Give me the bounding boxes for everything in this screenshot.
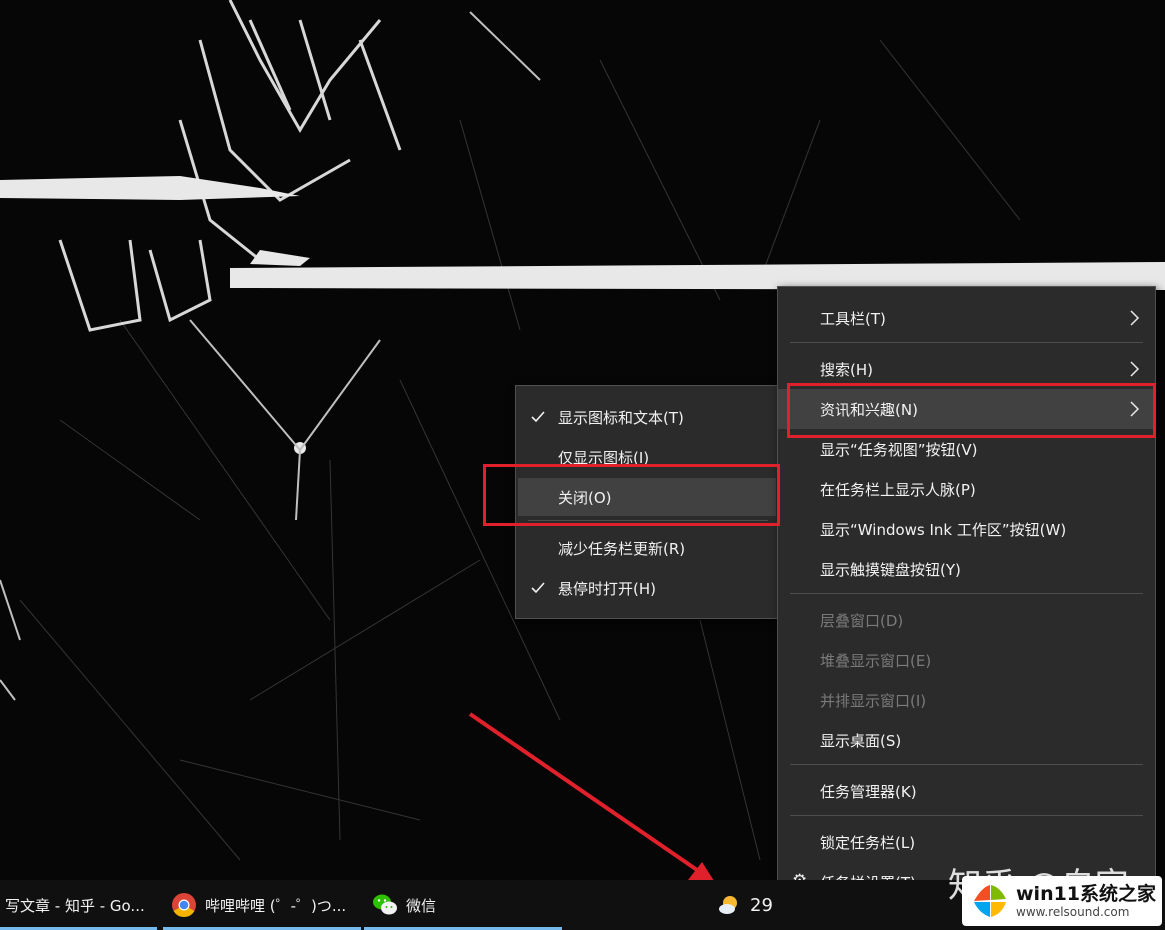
site-title: win11系统之家 bbox=[1016, 883, 1157, 905]
weather-temperature: 29 bbox=[750, 894, 773, 916]
submenu-item-reduce-updates[interactable]: 减少任务栏更新(R) bbox=[516, 529, 780, 567]
taskbar-app-zhihu[interactable]: 写文章 - 知乎 - Go... bbox=[0, 880, 157, 930]
menu-item-label: 显示触摸键盘按钮(Y) bbox=[820, 560, 961, 579]
menu-item-task-manager[interactable]: 任务管理器(K) bbox=[778, 772, 1155, 810]
chrome-icon bbox=[172, 893, 196, 918]
site-url: www.relsound.com bbox=[1016, 905, 1130, 919]
menu-item-cascade-windows: 层叠窗口(D) bbox=[778, 601, 1155, 639]
menu-item-label: 显示“Windows Ink 工作区”按钮(W) bbox=[820, 520, 1067, 539]
menu-item-people[interactable]: 在任务栏上显示人脉(P) bbox=[778, 470, 1155, 508]
menu-item-label: 工具栏(T) bbox=[820, 309, 886, 328]
taskbar-news-widget[interactable]: 29 bbox=[716, 880, 776, 930]
menu-item-label: 并排显示窗口(I) bbox=[820, 691, 927, 710]
menu-item-lock-taskbar[interactable]: 锁定任务栏(L) bbox=[778, 823, 1155, 861]
chevron-right-icon bbox=[1130, 361, 1140, 377]
menu-separator bbox=[790, 342, 1143, 343]
menu-item-touch-keyboard[interactable]: 显示触摸键盘按钮(Y) bbox=[778, 550, 1155, 588]
taskbar-context-menu: 工具栏(T) 搜索(H) 资讯和兴趣(N) 显示“任务视图”按钮(V) 在任务栏… bbox=[777, 286, 1156, 914]
annotation-box-news-interests bbox=[787, 383, 1156, 438]
menu-item-label: 在任务栏上显示人脉(P) bbox=[820, 480, 976, 499]
menu-item-label: 显示“任务视图”按钮(V) bbox=[820, 440, 978, 459]
checkmark-icon bbox=[531, 411, 545, 423]
chevron-right-icon bbox=[1130, 310, 1140, 326]
partly-cloudy-icon bbox=[719, 896, 737, 914]
windows-logo-icon bbox=[974, 885, 1006, 917]
submenu-item-label: 减少任务栏更新(R) bbox=[558, 539, 686, 558]
submenu-item-label: 悬停时打开(H) bbox=[558, 579, 656, 598]
wechat-icon bbox=[373, 894, 397, 915]
menu-separator bbox=[790, 815, 1143, 816]
menu-separator bbox=[790, 764, 1143, 765]
menu-item-toolbars[interactable]: 工具栏(T) bbox=[778, 299, 1155, 337]
menu-item-label: 层叠窗口(D) bbox=[820, 611, 904, 630]
site-logo: win11系统之家 www.relsound.com bbox=[962, 876, 1162, 926]
taskbar-app-label: 哔哩哔哩 (゜-゜)つ... bbox=[205, 896, 347, 915]
taskbar-app-wechat[interactable]: 微信 bbox=[364, 880, 562, 930]
submenu-item-open-on-hover[interactable]: 悬停时打开(H) bbox=[516, 569, 780, 607]
menu-separator bbox=[790, 593, 1143, 594]
taskbar-app-bilibili[interactable]: 哔哩哔哩 (゜-゜)つ... bbox=[163, 880, 361, 930]
taskbar-app-label: 写文章 - 知乎 - Go... bbox=[5, 896, 145, 915]
submenu-item-show-icon-text[interactable]: 显示图标和文本(T) bbox=[516, 398, 780, 436]
menu-item-stack-windows: 堆叠显示窗口(E) bbox=[778, 641, 1155, 679]
menu-item-label: 任务管理器(K) bbox=[820, 782, 917, 801]
annotation-box-close bbox=[483, 464, 780, 526]
menu-item-show-desktop[interactable]: 显示桌面(S) bbox=[778, 721, 1155, 759]
submenu-item-label: 显示图标和文本(T) bbox=[558, 408, 684, 427]
menu-item-side-by-side: 并排显示窗口(I) bbox=[778, 681, 1155, 719]
menu-item-label: 搜索(H) bbox=[820, 360, 873, 379]
menu-item-label: 显示桌面(S) bbox=[820, 731, 902, 750]
menu-item-windows-ink[interactable]: 显示“Windows Ink 工作区”按钮(W) bbox=[778, 510, 1155, 548]
taskbar-app-label: 微信 bbox=[406, 896, 437, 915]
checkmark-icon bbox=[531, 582, 545, 594]
menu-item-label: 锁定任务栏(L) bbox=[820, 833, 916, 852]
menu-item-label: 堆叠显示窗口(E) bbox=[820, 651, 932, 670]
